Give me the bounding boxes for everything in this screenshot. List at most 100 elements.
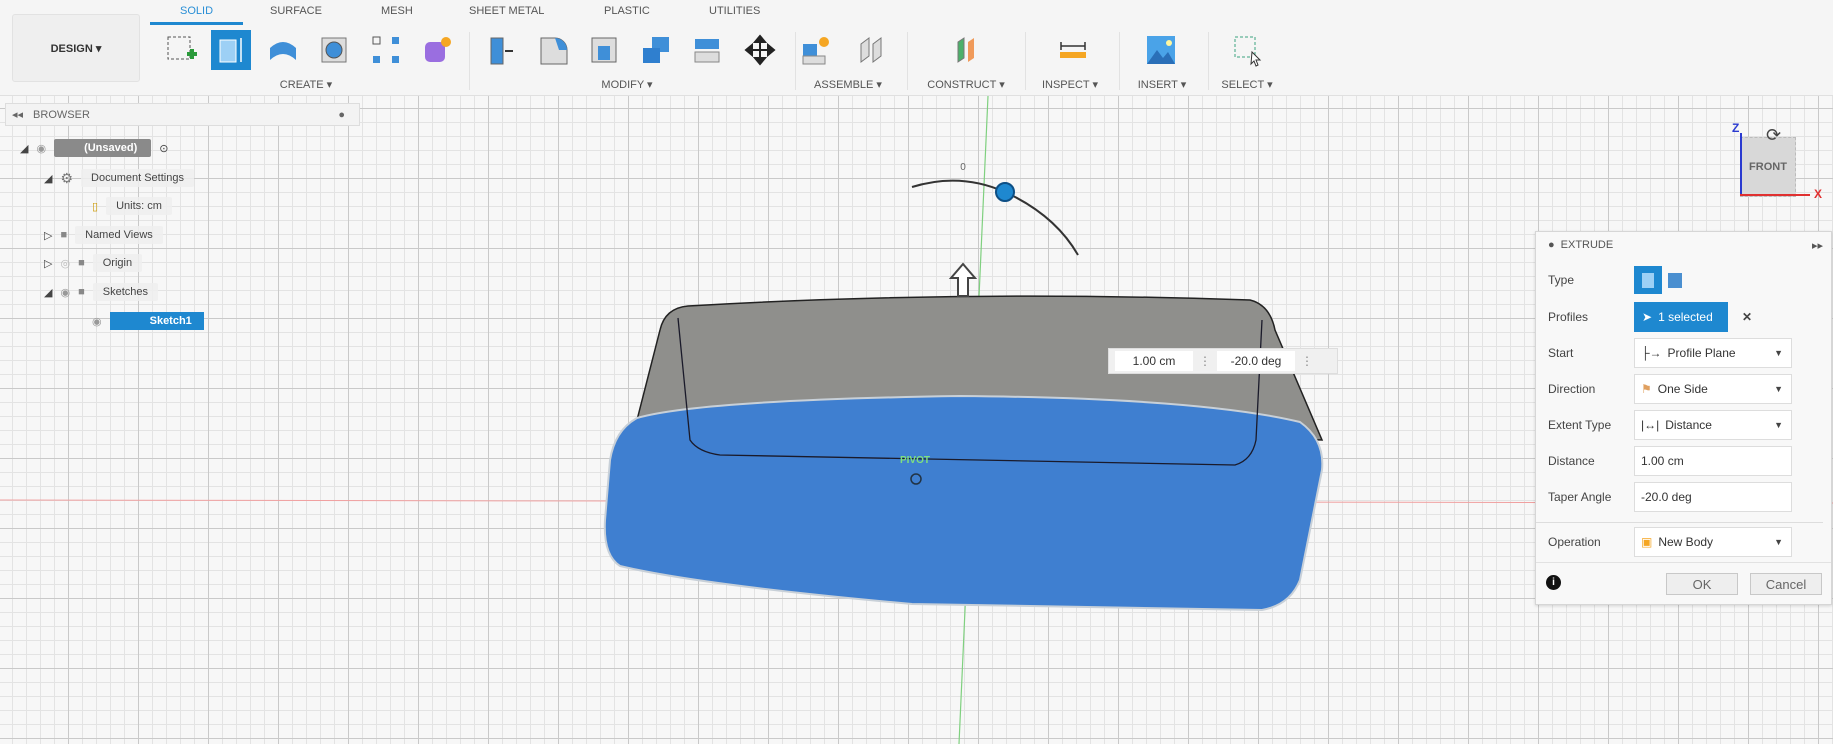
hole-icon[interactable] [314,30,354,70]
eye-icon[interactable]: ◉ [92,315,102,328]
offset-face-icon[interactable] [687,30,727,70]
distance-arrow-handle[interactable] [948,262,978,297]
extrude-dialog: ● EXTRUDE ▸▸ Type Profiles ➤ 1 selected ✕… [1535,231,1832,605]
expand-icon[interactable]: ◢ [44,286,52,299]
inspect-menu[interactable]: INSPECT ▾ [1042,78,1098,91]
extent-type-label: Extent Type [1548,418,1612,432]
start-dropdown[interactable]: ├→ Profile Plane ▼ [1634,338,1792,368]
extent-type-dropdown[interactable]: |↔| Distance ▼ [1634,410,1792,440]
tab-solid[interactable]: SOLID [149,5,244,25]
viewcube[interactable]: FRONT ⟳ Z X [1730,121,1830,208]
offset-plane-icon[interactable] [946,30,986,70]
direction-value: One Side [1657,382,1708,396]
extrude-icon[interactable] [211,30,251,70]
insert-menu[interactable]: INSERT ▾ [1138,78,1187,91]
fillet-icon[interactable] [533,30,573,70]
orbit-icon[interactable]: ⟳ [1766,125,1781,146]
eye-hidden-icon[interactable]: ◎ [60,257,70,270]
press-pull-icon[interactable] [481,30,521,70]
expand-icon[interactable]: ▷ [44,229,52,242]
extruded-body-profile[interactable] [603,394,1324,612]
angle-handle[interactable] [995,182,1015,202]
expand-icon[interactable]: ◢ [44,172,52,185]
joint-icon[interactable] [851,30,891,70]
construct-menu[interactable]: CONSTRUCT ▾ [927,78,1004,91]
info-icon[interactable]: i [1546,575,1561,590]
taper-angle-arc [911,179,1079,256]
tab-mesh[interactable]: MESH [381,5,413,17]
dialog-title: EXTRUDE [1560,239,1614,251]
angle-input[interactable]: -20.0 deg [1217,351,1295,371]
browser-header: ◂◂ BROWSER ● [5,103,360,126]
tree-item-sketch1[interactable]: ◉ Sketch1 [92,310,204,332]
z-label: Z [1732,121,1740,135]
tab-surface[interactable]: SURFACE [270,5,322,17]
operation-label: Operation [1548,535,1601,549]
angle-zero-label: 0 [960,162,966,173]
tree-item-origin[interactable]: ▷ ◎ ■ Origin [44,252,143,274]
tab-sheet-metal[interactable]: SHEET METAL [469,5,544,17]
type-solid-button[interactable] [1634,266,1662,294]
start-label: Start [1548,346,1574,360]
profiles-label: Profiles [1548,310,1589,324]
revolve-icon[interactable] [263,30,303,70]
tree-item-sketches[interactable]: ◢ ◉ ■ Sketches [44,281,158,303]
minimize-icon[interactable]: ● [1548,239,1555,251]
cancel-button[interactable]: Cancel [1750,573,1822,595]
new-body-icon: ▣ [1641,535,1653,549]
tree-item-units[interactable]: ▯ Units: cm [92,195,172,217]
ok-button[interactable]: OK [1666,573,1738,595]
taper-angle-label: Taper Angle [1548,490,1612,504]
one-side-icon: ⚑ [1641,382,1652,396]
measure-icon[interactable] [1053,30,1093,70]
activate-icon[interactable]: ⊙ [159,142,168,155]
tree-item-document-settings[interactable]: ◢ ⚙ Document Settings [44,167,194,189]
tree-item-label: (Unsaved) [54,139,152,157]
taper-angle-input[interactable]: -20.0 deg [1634,482,1792,512]
operation-dropdown[interactable]: ▣ New Body ▼ [1634,527,1792,557]
minimize-icon[interactable]: ● [338,109,345,121]
select-window-icon[interactable] [1228,30,1268,70]
shell-icon[interactable] [584,30,624,70]
combine-icon[interactable] [636,30,676,70]
more-icon[interactable]: ⋮ [1199,354,1211,368]
create-sketch-icon[interactable] [161,30,201,70]
z-axis-indicator [1740,133,1742,195]
type-thin-button[interactable] [1668,272,1682,288]
distance-input[interactable]: 1.00 cm [1634,446,1792,476]
pattern-icon[interactable] [366,30,406,70]
viewcube-face-front[interactable]: FRONT [1740,137,1796,197]
tree-item-root[interactable]: ◢ ◉ (Unsaved) ⊙ [20,137,168,159]
operation-value: New Body [1658,535,1714,549]
eye-icon[interactable]: ◉ [60,286,70,299]
workspace-dropdown[interactable]: DESIGN ▾ [12,14,140,82]
pivot-label: PIVOT [900,455,930,466]
separator [469,32,470,90]
extent-type-value: Distance [1665,418,1712,432]
more-icon[interactable]: ⋮ [1301,354,1313,368]
create-menu[interactable]: CREATE ▾ [280,78,332,91]
new-component-icon[interactable] [796,30,836,70]
expand-icon[interactable]: ▷ [44,257,52,270]
insert-image-icon[interactable] [1141,30,1181,70]
distance-input[interactable]: 1.00 cm [1115,351,1193,371]
separator [1208,32,1209,90]
select-menu[interactable]: SELECT ▾ [1221,78,1272,91]
modify-menu[interactable]: MODIFY ▾ [601,78,652,91]
folder-icon: ■ [78,286,85,298]
clear-selection-icon[interactable]: ✕ [1742,310,1752,324]
assemble-menu[interactable]: ASSEMBLE ▾ [814,78,882,91]
profiles-selection[interactable]: ➤ 1 selected [1634,302,1728,332]
collapse-icon[interactable]: ◂◂ [12,108,23,121]
create-form-icon[interactable] [417,30,457,70]
expand-icon[interactable]: ◢ [20,142,28,155]
distance-label: Distance [1548,454,1595,468]
direction-dropdown[interactable]: ⚑ One Side ▼ [1634,374,1792,404]
tree-item-named-views[interactable]: ▷ ■ Named Views [44,224,163,246]
expand-dialog-icon[interactable]: ▸▸ [1812,239,1823,252]
toolbar: DESIGN ▾ SOLID SURFACE MESH SHEET METAL … [0,0,1833,96]
eye-icon[interactable]: ◉ [36,142,46,155]
tab-utilities[interactable]: UTILITIES [709,5,760,17]
move-icon[interactable] [740,30,780,70]
tab-plastic[interactable]: PLASTIC [604,5,650,17]
